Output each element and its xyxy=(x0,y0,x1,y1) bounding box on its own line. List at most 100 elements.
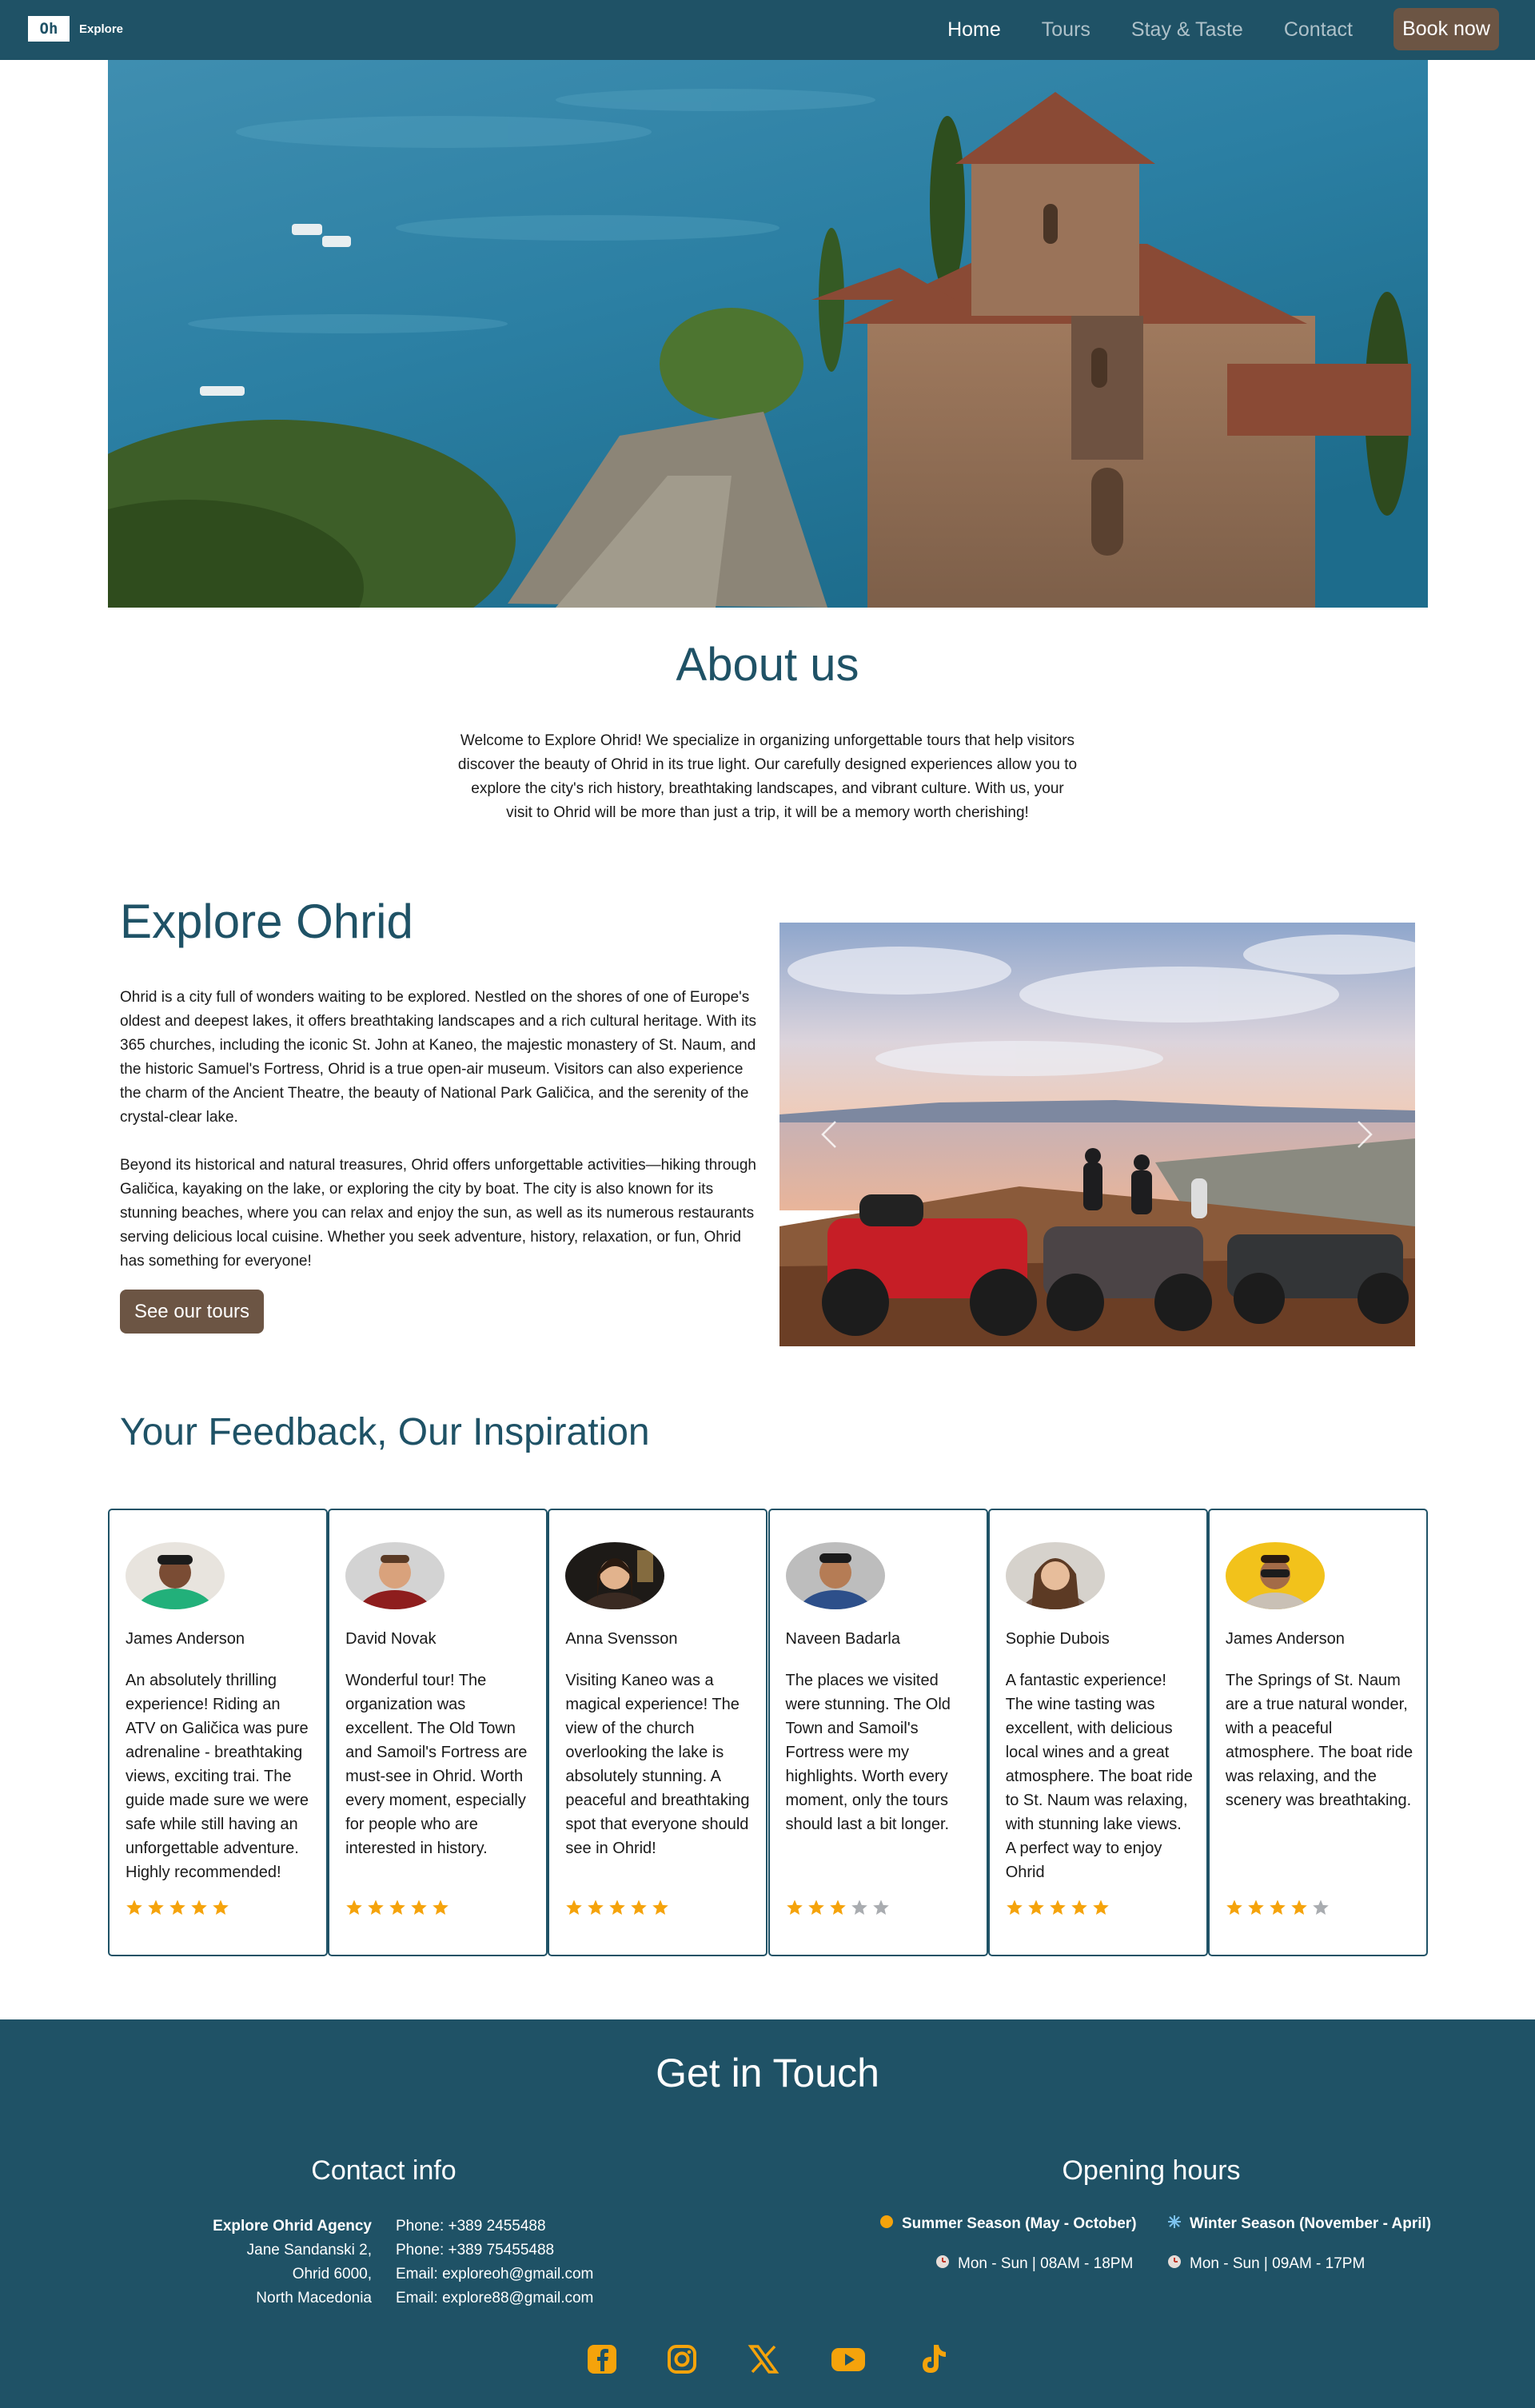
nav-link-contact[interactable]: Contact xyxy=(1284,18,1353,42)
review-card: James Anderson An absolutely thrilling e… xyxy=(108,1509,328,1956)
star-filled-icon xyxy=(1291,1900,1307,1915)
star-filled-icon xyxy=(829,1900,846,1915)
review-cards: James Anderson An absolutely thrilling e… xyxy=(108,1509,1428,1956)
star-filled-icon xyxy=(148,1900,164,1915)
about-text: Welcome to Explore Ohrid! We specialize … xyxy=(457,732,1078,821)
tiktok-icon[interactable] xyxy=(916,2342,950,2376)
reviewer-name: Sophie Dubois xyxy=(1005,1630,1110,1648)
review-card: Naveen Badarla The places we visited wer… xyxy=(768,1509,988,1956)
review-card: David Novak Wonderful tour! The organiza… xyxy=(328,1509,548,1956)
star-filled-icon xyxy=(126,1900,142,1915)
contact-info-title: Contact info xyxy=(311,2155,457,2186)
nav-links: Home Tours Stay & Taste Contact xyxy=(947,0,1353,60)
snowflake-icon xyxy=(1167,2215,1182,2234)
summer-season: Summer Season (May - October) xyxy=(879,2215,1137,2234)
review-text: Wonderful tour! The organization was exc… xyxy=(345,1672,528,1857)
email-line[interactable]: Email: exploreoh@gmail.com xyxy=(396,2262,593,2286)
star-empty-icon xyxy=(872,1900,889,1915)
review-text: The places we visited were stunning. The… xyxy=(785,1672,951,1833)
review-card: Sophie Dubois A fantastic experience! Th… xyxy=(987,1509,1208,1956)
carousel-next-icon[interactable] xyxy=(1355,1118,1374,1150)
address-line: Jane Sandanski 2, xyxy=(246,2242,372,2258)
reviewer-name: James Anderson xyxy=(1225,1630,1345,1648)
rating-stars xyxy=(565,1899,669,1916)
star-filled-icon xyxy=(346,1900,362,1915)
reviewer-name: David Novak xyxy=(345,1630,437,1648)
avatar xyxy=(785,1542,885,1609)
star-filled-icon xyxy=(191,1900,207,1915)
social-links xyxy=(0,2342,1535,2378)
star-filled-icon xyxy=(631,1900,648,1915)
explore-paragraph-1: Ohrid is a city full of wonders waiting … xyxy=(120,989,756,1126)
clock-icon xyxy=(1167,2255,1182,2274)
review-text: A fantastic experience! The wine tasting… xyxy=(1005,1672,1193,1881)
summer-season-label: Summer Season (May - October) xyxy=(902,2215,1137,2232)
reviewer-name: Naveen Badarla xyxy=(785,1630,900,1648)
contact-lines: Phone: +389 2455488 Phone: +389 75455488… xyxy=(396,2215,593,2310)
star-filled-icon xyxy=(588,1900,604,1915)
star-filled-icon xyxy=(1006,1900,1023,1915)
star-filled-icon xyxy=(786,1900,803,1915)
summer-hours: Mon - Sun | 08AM - 18PM xyxy=(935,2255,1133,2274)
explore-title: Explore Ohrid xyxy=(120,895,413,948)
review-card: James Anderson The Springs of St. Naum a… xyxy=(1207,1509,1428,1956)
rating-stars xyxy=(1006,1899,1110,1916)
star-filled-icon xyxy=(433,1900,449,1915)
carousel-prev-icon[interactable] xyxy=(819,1118,839,1150)
star-filled-icon xyxy=(609,1900,626,1915)
star-empty-icon xyxy=(851,1900,867,1915)
star-filled-icon xyxy=(1092,1900,1109,1915)
review-text: The Springs of St. Naum are a true natur… xyxy=(1225,1672,1413,1809)
avatar xyxy=(1005,1542,1105,1609)
rating-stars xyxy=(786,1899,890,1916)
nav-link-stay-taste[interactable]: Stay & Taste xyxy=(1131,18,1243,42)
star-filled-icon xyxy=(169,1900,185,1915)
star-filled-icon xyxy=(1071,1900,1087,1915)
phone-line[interactable]: Phone: +389 75455488 xyxy=(396,2239,593,2262)
sun-icon xyxy=(879,2215,894,2234)
feedback-title: Your Feedback, Our Inspiration xyxy=(120,1411,650,1453)
winter-season-label: Winter Season (November - April) xyxy=(1190,2215,1432,2232)
explore-paragraph-2: Beyond its historical and natural treasu… xyxy=(120,1157,756,1270)
star-filled-icon xyxy=(1049,1900,1066,1915)
top-navbar: Oh Explore Home Tours Stay & Taste Conta… xyxy=(0,0,1535,60)
star-filled-icon xyxy=(566,1900,583,1915)
book-now-button[interactable]: Book now xyxy=(1393,8,1499,50)
star-filled-icon xyxy=(411,1900,427,1915)
review-text: Visiting Kaneo was a magical experience!… xyxy=(565,1672,750,1857)
see-our-tours-button[interactable]: See our tours xyxy=(120,1290,264,1334)
logo[interactable]: Oh Explore xyxy=(28,16,123,42)
nav-link-tours[interactable]: Tours xyxy=(1042,18,1090,42)
x-icon[interactable] xyxy=(747,2342,780,2376)
email-line[interactable]: Email: explore88@gmail.com xyxy=(396,2286,593,2310)
opening-hours-title: Opening hours xyxy=(1062,2155,1241,2186)
reviewer-name: Anna Svensson xyxy=(565,1630,678,1648)
star-filled-icon xyxy=(389,1900,405,1915)
winter-season: Winter Season (November - April) xyxy=(1167,2215,1431,2234)
youtube-icon[interactable] xyxy=(831,2342,865,2376)
star-empty-icon xyxy=(1313,1900,1329,1915)
star-filled-icon xyxy=(1027,1900,1044,1915)
carousel-image xyxy=(779,923,1415,1346)
rating-stars xyxy=(1226,1899,1330,1916)
hero-image xyxy=(108,60,1428,608)
winter-hours: Mon - Sun | 09AM - 17PM xyxy=(1167,2255,1365,2274)
facebook-icon[interactable] xyxy=(585,2342,619,2376)
star-filled-icon xyxy=(1270,1900,1286,1915)
star-filled-icon xyxy=(807,1900,824,1915)
avatar xyxy=(345,1542,445,1609)
explore-carousel xyxy=(779,923,1415,1346)
address-line: North Macedonia xyxy=(256,2290,372,2306)
star-filled-icon xyxy=(368,1900,384,1915)
instagram-icon[interactable] xyxy=(665,2342,699,2376)
rating-stars xyxy=(126,1899,229,1916)
winter-hours-label: Mon - Sun | 09AM - 17PM xyxy=(1190,2255,1366,2272)
clock-icon xyxy=(935,2255,950,2274)
nav-link-home[interactable]: Home xyxy=(947,18,1001,42)
phone-line[interactable]: Phone: +389 2455488 xyxy=(396,2215,593,2239)
logo-text: Explore xyxy=(79,22,124,36)
rating-stars xyxy=(345,1899,449,1916)
star-filled-icon xyxy=(1226,1900,1242,1915)
avatar xyxy=(126,1542,225,1609)
star-filled-icon xyxy=(652,1900,669,1915)
